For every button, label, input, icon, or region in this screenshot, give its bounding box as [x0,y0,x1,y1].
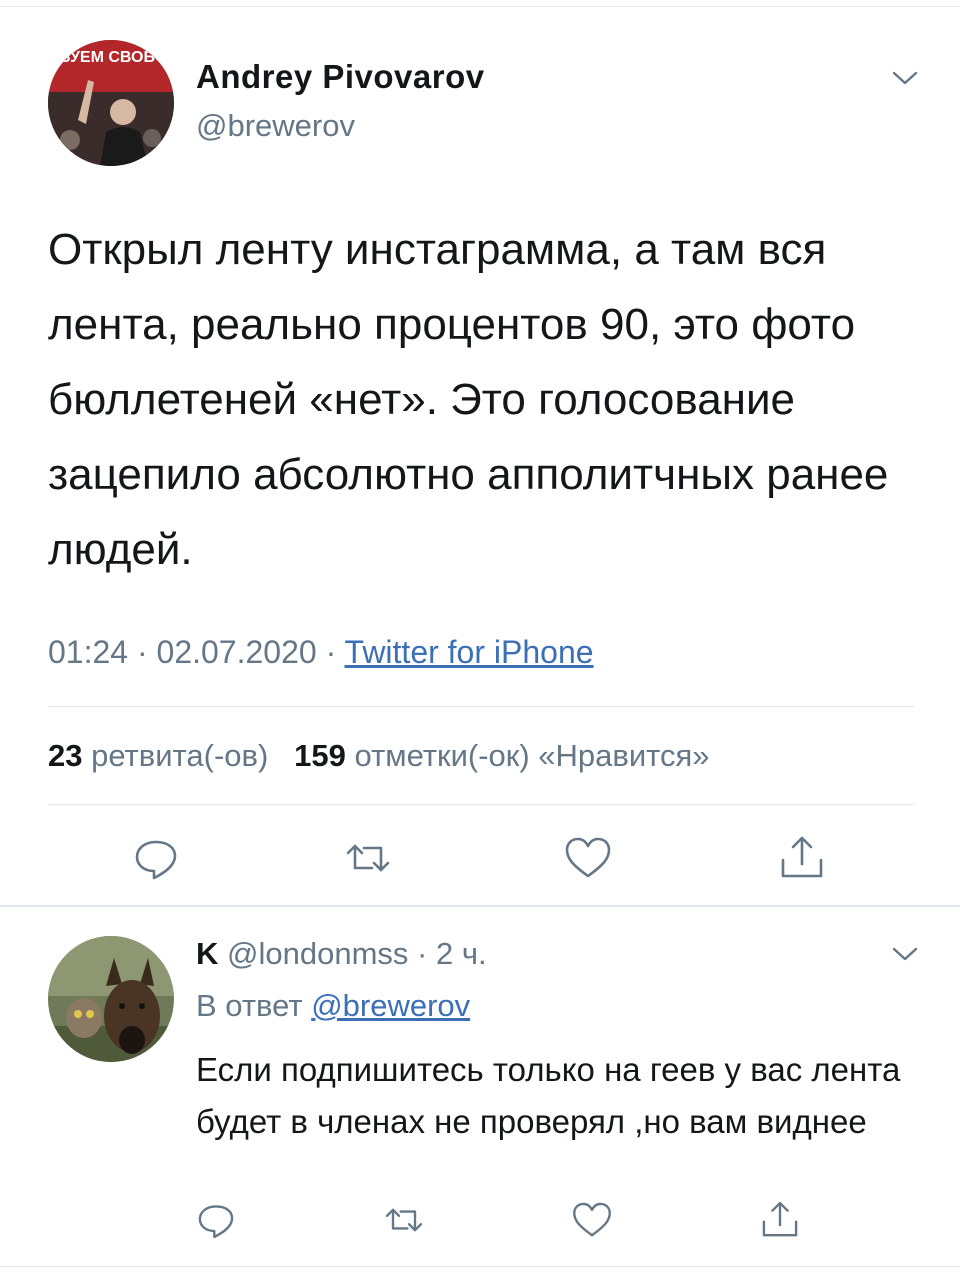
author-handle[interactable]: @brewerov [196,108,355,144]
likes-stat[interactable]: 159 отметки(-ок) «Нравится» [294,738,709,773]
reply-author-handle[interactable]: @londonmss [227,936,408,971]
reply-retweet-button[interactable] [382,1198,426,1242]
reply-icon [198,1205,234,1239]
author-name[interactable]: Andrey Pivovarov [196,58,485,96]
retweet-icon [385,1208,423,1232]
reply-to-handle-link[interactable]: @brewerov [311,988,470,1023]
section-divider [0,905,960,907]
reply-menu-button[interactable] [890,944,920,964]
reply-share-button[interactable] [758,1198,802,1242]
reply-text: Если подпишитесь только на геев у вас ле… [196,1051,901,1140]
tweet-date: 02.07.2020 [156,634,317,670]
reply-icon [135,840,177,880]
heart-icon [573,1202,611,1237]
tweet-menu-button[interactable] [890,68,920,88]
replying-to: В ответ @brewerov [196,988,470,1024]
retweet-button[interactable] [342,832,394,884]
reply-prefix: В ответ [196,988,303,1023]
heart-icon [565,837,611,878]
divider [48,706,914,707]
top-divider [0,6,960,7]
bottom-divider [0,1266,960,1267]
divider [48,804,914,805]
share-button[interactable] [776,832,828,884]
likes-label: отметки(-ок) «Нравится» [354,738,710,773]
tweet-time: 01:24 [48,634,129,670]
reply-header: K @londonmss · 2 ч. [196,936,487,972]
chevron-down-icon [892,71,918,85]
tweet-source-link[interactable]: Twitter for iPhone [345,634,594,670]
tweet-text: Открыл ленту инстаграмма, а там вся лент… [48,225,889,574]
avatar-photo [48,936,174,1062]
reply-button[interactable] [130,832,182,884]
tweet-stats: 23 ретвита(-ов) 159 отметки(-ок) «Нравит… [48,738,710,774]
retweets-label: ретвита(-ов) [91,738,269,773]
share-icon [762,1201,798,1237]
meta-separator: · [325,634,345,670]
meta-separator: · [408,936,436,971]
like-button[interactable] [562,832,614,884]
reply-author-avatar[interactable] [48,936,174,1062]
reply-time: 2 ч. [435,936,487,971]
avatar-photo: ТРЕБУЕМ СВОБОДЫ [48,40,174,166]
chevron-down-icon [892,947,918,961]
retweet-icon [346,844,390,872]
tweet-meta: 01:24 · 02.07.2020 · Twitter for iPhone [48,634,594,671]
reply-like-button[interactable] [570,1198,614,1242]
reply-reply-button[interactable] [194,1198,238,1242]
reply-author-name[interactable]: K [196,936,218,971]
likes-count: 159 [294,738,346,773]
retweets-stat[interactable]: 23 ретвита(-ов) [48,738,268,773]
retweets-count: 23 [48,738,83,773]
author-avatar[interactable]: ТРЕБУЕМ СВОБОДЫ [48,40,174,166]
avatar-banner-text: ТРЕБУЕМ СВОБОДЫ [48,49,174,66]
share-icon [781,836,823,878]
meta-separator: · [136,634,157,670]
